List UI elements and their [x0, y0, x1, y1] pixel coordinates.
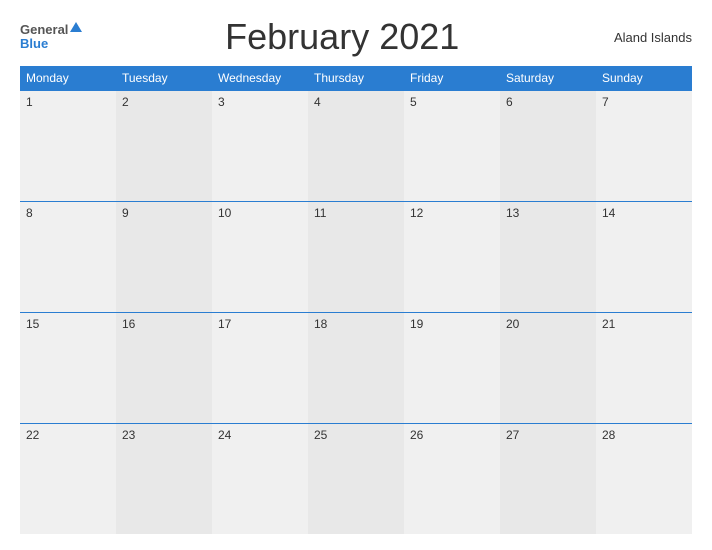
- calendar-day-10: 10: [212, 201, 308, 312]
- calendar-day-2: 2: [116, 91, 212, 202]
- day-number: 24: [218, 428, 231, 442]
- day-number: 6: [506, 95, 513, 109]
- day-number: 21: [602, 317, 615, 331]
- day-of-week-sunday: Sunday: [596, 66, 692, 91]
- calendar-day-27: 27: [500, 423, 596, 534]
- day-number: 7: [602, 95, 609, 109]
- week-row-4: 22 23 24 25 26 27 28: [20, 423, 692, 534]
- day-number: 5: [410, 95, 417, 109]
- calendar-title: February 2021: [82, 16, 602, 58]
- calendar-day-13: 13: [500, 201, 596, 312]
- calendar-day-16: 16: [116, 312, 212, 423]
- day-of-week-thursday: Thursday: [308, 66, 404, 91]
- day-of-week-wednesday: Wednesday: [212, 66, 308, 91]
- day-number: 14: [602, 206, 615, 220]
- calendar-day-1: 1: [20, 91, 116, 202]
- day-number: 22: [26, 428, 39, 442]
- logo-triangle-icon: [70, 22, 82, 32]
- day-number: 17: [218, 317, 231, 331]
- calendar-day-23: 23: [116, 423, 212, 534]
- calendar-day-28: 28: [596, 423, 692, 534]
- calendar-day-9: 9: [116, 201, 212, 312]
- day-number: 12: [410, 206, 423, 220]
- day-of-week-monday: Monday: [20, 66, 116, 91]
- logo: General Blue: [20, 23, 82, 52]
- calendar-day-12: 12: [404, 201, 500, 312]
- calendar-day-4: 4: [308, 91, 404, 202]
- calendar-day-24: 24: [212, 423, 308, 534]
- days-of-week-row: MondayTuesdayWednesdayThursdayFridaySatu…: [20, 66, 692, 91]
- day-number: 10: [218, 206, 231, 220]
- day-number: 11: [314, 206, 326, 220]
- calendar-day-20: 20: [500, 312, 596, 423]
- calendar-day-22: 22: [20, 423, 116, 534]
- calendar-day-21: 21: [596, 312, 692, 423]
- calendar-body: 1234567891011121314151617181920212223242…: [20, 91, 692, 535]
- calendar-day-6: 6: [500, 91, 596, 202]
- page-header: General Blue February 2021 Aland Islands: [20, 16, 692, 58]
- calendar-day-25: 25: [308, 423, 404, 534]
- calendar-day-3: 3: [212, 91, 308, 202]
- calendar-day-11: 11: [308, 201, 404, 312]
- calendar-header: MondayTuesdayWednesdayThursdayFridaySatu…: [20, 66, 692, 91]
- day-number: 15: [26, 317, 39, 331]
- day-number: 9: [122, 206, 129, 220]
- day-number: 3: [218, 95, 225, 109]
- calendar-day-8: 8: [20, 201, 116, 312]
- day-number: 13: [506, 206, 519, 220]
- day-number: 23: [122, 428, 135, 442]
- day-number: 2: [122, 95, 129, 109]
- logo-general-text: General: [20, 23, 68, 36]
- calendar-day-18: 18: [308, 312, 404, 423]
- week-row-2: 8 9 10 11 12 13 14: [20, 201, 692, 312]
- region-label: Aland Islands: [602, 30, 692, 45]
- day-number: 20: [506, 317, 519, 331]
- calendar-day-15: 15: [20, 312, 116, 423]
- day-number: 25: [314, 428, 327, 442]
- week-row-3: 15 16 17 18 19 20 21: [20, 312, 692, 423]
- day-number: 16: [122, 317, 135, 331]
- logo-blue-text: Blue: [20, 36, 48, 51]
- calendar-table: MondayTuesdayWednesdayThursdayFridaySatu…: [20, 66, 692, 534]
- day-number: 26: [410, 428, 423, 442]
- day-number: 27: [506, 428, 519, 442]
- calendar-day-17: 17: [212, 312, 308, 423]
- calendar-day-5: 5: [404, 91, 500, 202]
- day-number: 4: [314, 95, 321, 109]
- week-row-1: 1 2 3 4 5 6 7: [20, 91, 692, 202]
- calendar-day-19: 19: [404, 312, 500, 423]
- calendar-day-14: 14: [596, 201, 692, 312]
- day-number: 1: [26, 95, 33, 109]
- day-of-week-friday: Friday: [404, 66, 500, 91]
- day-of-week-tuesday: Tuesday: [116, 66, 212, 91]
- calendar-day-7: 7: [596, 91, 692, 202]
- day-of-week-saturday: Saturday: [500, 66, 596, 91]
- day-number: 19: [410, 317, 423, 331]
- day-number: 28: [602, 428, 615, 442]
- calendar-day-26: 26: [404, 423, 500, 534]
- day-number: 8: [26, 206, 33, 220]
- day-number: 18: [314, 317, 327, 331]
